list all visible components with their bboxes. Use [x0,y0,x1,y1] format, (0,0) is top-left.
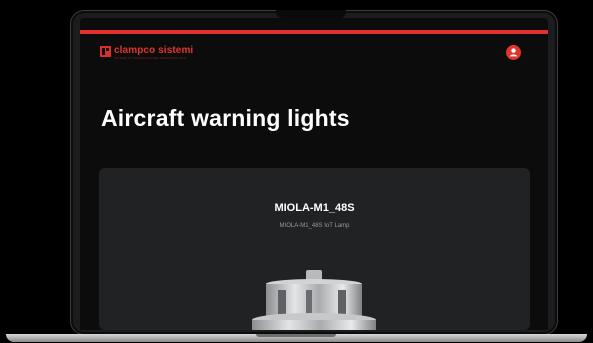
brand-tagline: SISTEMI DI SEGNALAZIONE AEROPORTUALE [114,56,187,60]
page-title: Aircraft warning lights [101,105,350,131]
laptop-screen: clampco sistemi SISTEMI DI SEGNALAZIONE … [80,18,548,330]
product-description: MIOLA-M1_48S IoT Lamp [279,223,350,229]
brand-name: clampco sistemi [114,45,194,56]
brand-logo[interactable]: clampco sistemi SISTEMI DI SEGNALAZIONE … [100,46,193,60]
warning-lamp-icon [252,270,376,330]
user-icon [509,48,518,57]
logo-text: clampco sistemi SISTEMI DI SEGNALAZIONE … [114,46,193,60]
logo-mark-icon [100,46,111,57]
laptop-base-groove [256,334,336,337]
laptop-camera-notch [276,10,346,18]
product-name: MIOLA-M1_48S [274,202,355,214]
product-card[interactable]: MIOLA-M1_48S MIOLA-M1_48S IoT Lamp [99,168,530,330]
accent-bar [80,30,548,34]
user-avatar-button[interactable] [506,45,521,60]
